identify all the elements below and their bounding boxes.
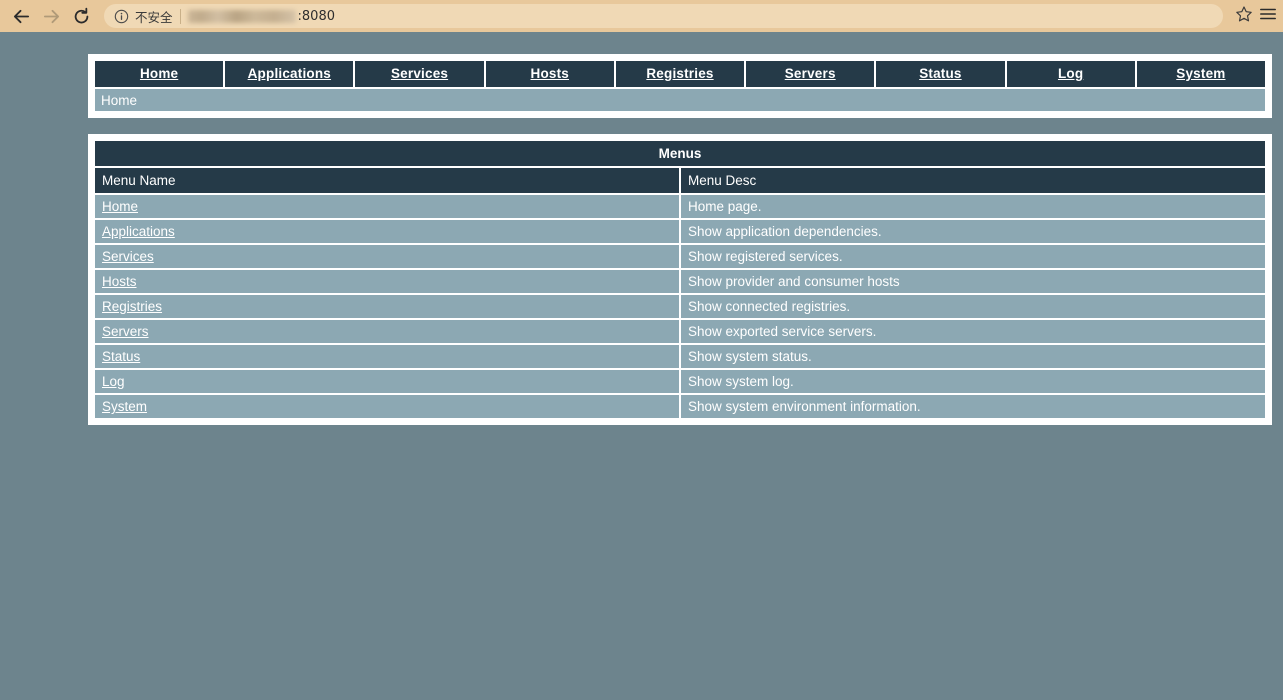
- nav-cell-registries[interactable]: Registries: [615, 61, 745, 87]
- nav-cell-log[interactable]: Log: [1006, 61, 1135, 87]
- table-row: Status Show system status.: [95, 345, 1265, 368]
- hamburger-menu-icon: [1259, 5, 1277, 28]
- forward-button[interactable]: [36, 2, 66, 30]
- navbar-row: Home Applications Services Hosts Registr…: [95, 61, 1265, 87]
- bookmark-button[interactable]: [1229, 2, 1259, 30]
- cell-menu-desc: Show application dependencies.: [681, 220, 1265, 243]
- nav-link-system[interactable]: System: [1176, 66, 1225, 81]
- nav-link-servers[interactable]: Servers: [785, 66, 836, 81]
- nav-cell-services[interactable]: Services: [355, 61, 484, 87]
- nav-cell-system[interactable]: System: [1136, 61, 1265, 87]
- menu-link-system[interactable]: System: [102, 399, 147, 414]
- menus-panel: Menus Menu Name Menu Desc Home Home page…: [88, 134, 1272, 425]
- table-row: Hosts Show provider and consumer hosts: [95, 270, 1265, 293]
- table-row: Home Home page.: [95, 195, 1265, 218]
- url-host-redacted: [187, 9, 296, 23]
- address-bar[interactable]: 不安全 :8080: [104, 4, 1223, 28]
- nav-cell-home[interactable]: Home: [95, 61, 224, 87]
- table-row: Servers Show exported service servers.: [95, 320, 1265, 343]
- cell-menu-name[interactable]: Services: [95, 245, 679, 268]
- menus-title-row: Menus: [95, 141, 1265, 166]
- cell-menu-name[interactable]: Applications: [95, 220, 679, 243]
- menu-link-status[interactable]: Status: [102, 349, 140, 364]
- cell-menu-desc: Home page.: [681, 195, 1265, 218]
- table-row: System Show system environment informati…: [95, 395, 1265, 418]
- menu-link-home[interactable]: Home: [102, 199, 138, 214]
- info-circle-icon[interactable]: [114, 9, 129, 24]
- cell-menu-name[interactable]: Registries: [95, 295, 679, 318]
- cell-menu-desc: Show registered services.: [681, 245, 1265, 268]
- omnibox-divider: [179, 8, 181, 24]
- nav-link-services[interactable]: Services: [391, 66, 448, 81]
- table-row: Log Show system log.: [95, 370, 1265, 393]
- security-status-label: 不安全: [135, 9, 173, 25]
- star-icon: [1235, 5, 1253, 28]
- cell-menu-desc: Show connected registries.: [681, 295, 1265, 318]
- table-row: Services Show registered services.: [95, 245, 1265, 268]
- nav-link-applications[interactable]: Applications: [248, 66, 331, 81]
- cell-menu-desc: Show system log.: [681, 370, 1265, 393]
- menu-link-applications[interactable]: Applications: [102, 224, 175, 239]
- cell-menu-desc: Show system status.: [681, 345, 1265, 368]
- nav-cell-servers[interactable]: Servers: [746, 61, 875, 87]
- nav-cell-applications[interactable]: Applications: [225, 61, 354, 87]
- breadcrumb: Home: [95, 89, 1265, 111]
- column-header-menu-name: Menu Name: [95, 168, 679, 193]
- menu-link-servers[interactable]: Servers: [102, 324, 149, 339]
- cell-menu-desc: Show system environment information.: [681, 395, 1265, 418]
- cell-menu-name[interactable]: System: [95, 395, 679, 418]
- menus-table: Menus Menu Name Menu Desc Home Home page…: [93, 139, 1267, 420]
- table-row: Applications Show application dependenci…: [95, 220, 1265, 243]
- table-row: Registries Show connected registries.: [95, 295, 1265, 318]
- url-port-label: :8080: [297, 8, 335, 24]
- navigation-panel: Home Applications Services Hosts Registr…: [88, 54, 1272, 118]
- nav-cell-status[interactable]: Status: [876, 61, 1005, 87]
- back-button[interactable]: [6, 2, 36, 30]
- arrow-left-icon: [12, 7, 31, 26]
- breadcrumb-row: Home: [95, 89, 1265, 111]
- menu-link-hosts[interactable]: Hosts: [102, 274, 137, 289]
- nav-link-hosts[interactable]: Hosts: [531, 66, 570, 81]
- reload-button[interactable]: [66, 2, 96, 30]
- cell-menu-name[interactable]: Home: [95, 195, 679, 218]
- cell-menu-name[interactable]: Log: [95, 370, 679, 393]
- menus-header-row: Menu Name Menu Desc: [95, 168, 1265, 193]
- nav-link-log[interactable]: Log: [1058, 66, 1083, 81]
- cell-menu-desc: Show provider and consumer hosts: [681, 270, 1265, 293]
- nav-link-registries[interactable]: Registries: [646, 66, 713, 81]
- nav-link-status[interactable]: Status: [919, 66, 961, 81]
- column-header-menu-desc: Menu Desc: [681, 168, 1265, 193]
- cell-menu-name[interactable]: Hosts: [95, 270, 679, 293]
- page-body: Home Applications Services Hosts Registr…: [0, 32, 1283, 425]
- nav-cell-hosts[interactable]: Hosts: [485, 61, 614, 87]
- cell-menu-desc: Show exported service servers.: [681, 320, 1265, 343]
- menu-link-services[interactable]: Services: [102, 249, 154, 264]
- menu-link-log[interactable]: Log: [102, 374, 125, 389]
- browser-toolbar: 不安全 :8080: [0, 0, 1283, 32]
- reload-icon: [72, 7, 91, 26]
- page-title: Menus: [95, 141, 1265, 166]
- nav-link-home[interactable]: Home: [140, 66, 178, 81]
- cell-menu-name[interactable]: Status: [95, 345, 679, 368]
- cell-menu-name[interactable]: Servers: [95, 320, 679, 343]
- browser-menu-button[interactable]: [1259, 2, 1277, 30]
- navigation-table: Home Applications Services Hosts Registr…: [93, 59, 1267, 113]
- arrow-right-icon: [42, 7, 61, 26]
- menu-link-registries[interactable]: Registries: [102, 299, 162, 314]
